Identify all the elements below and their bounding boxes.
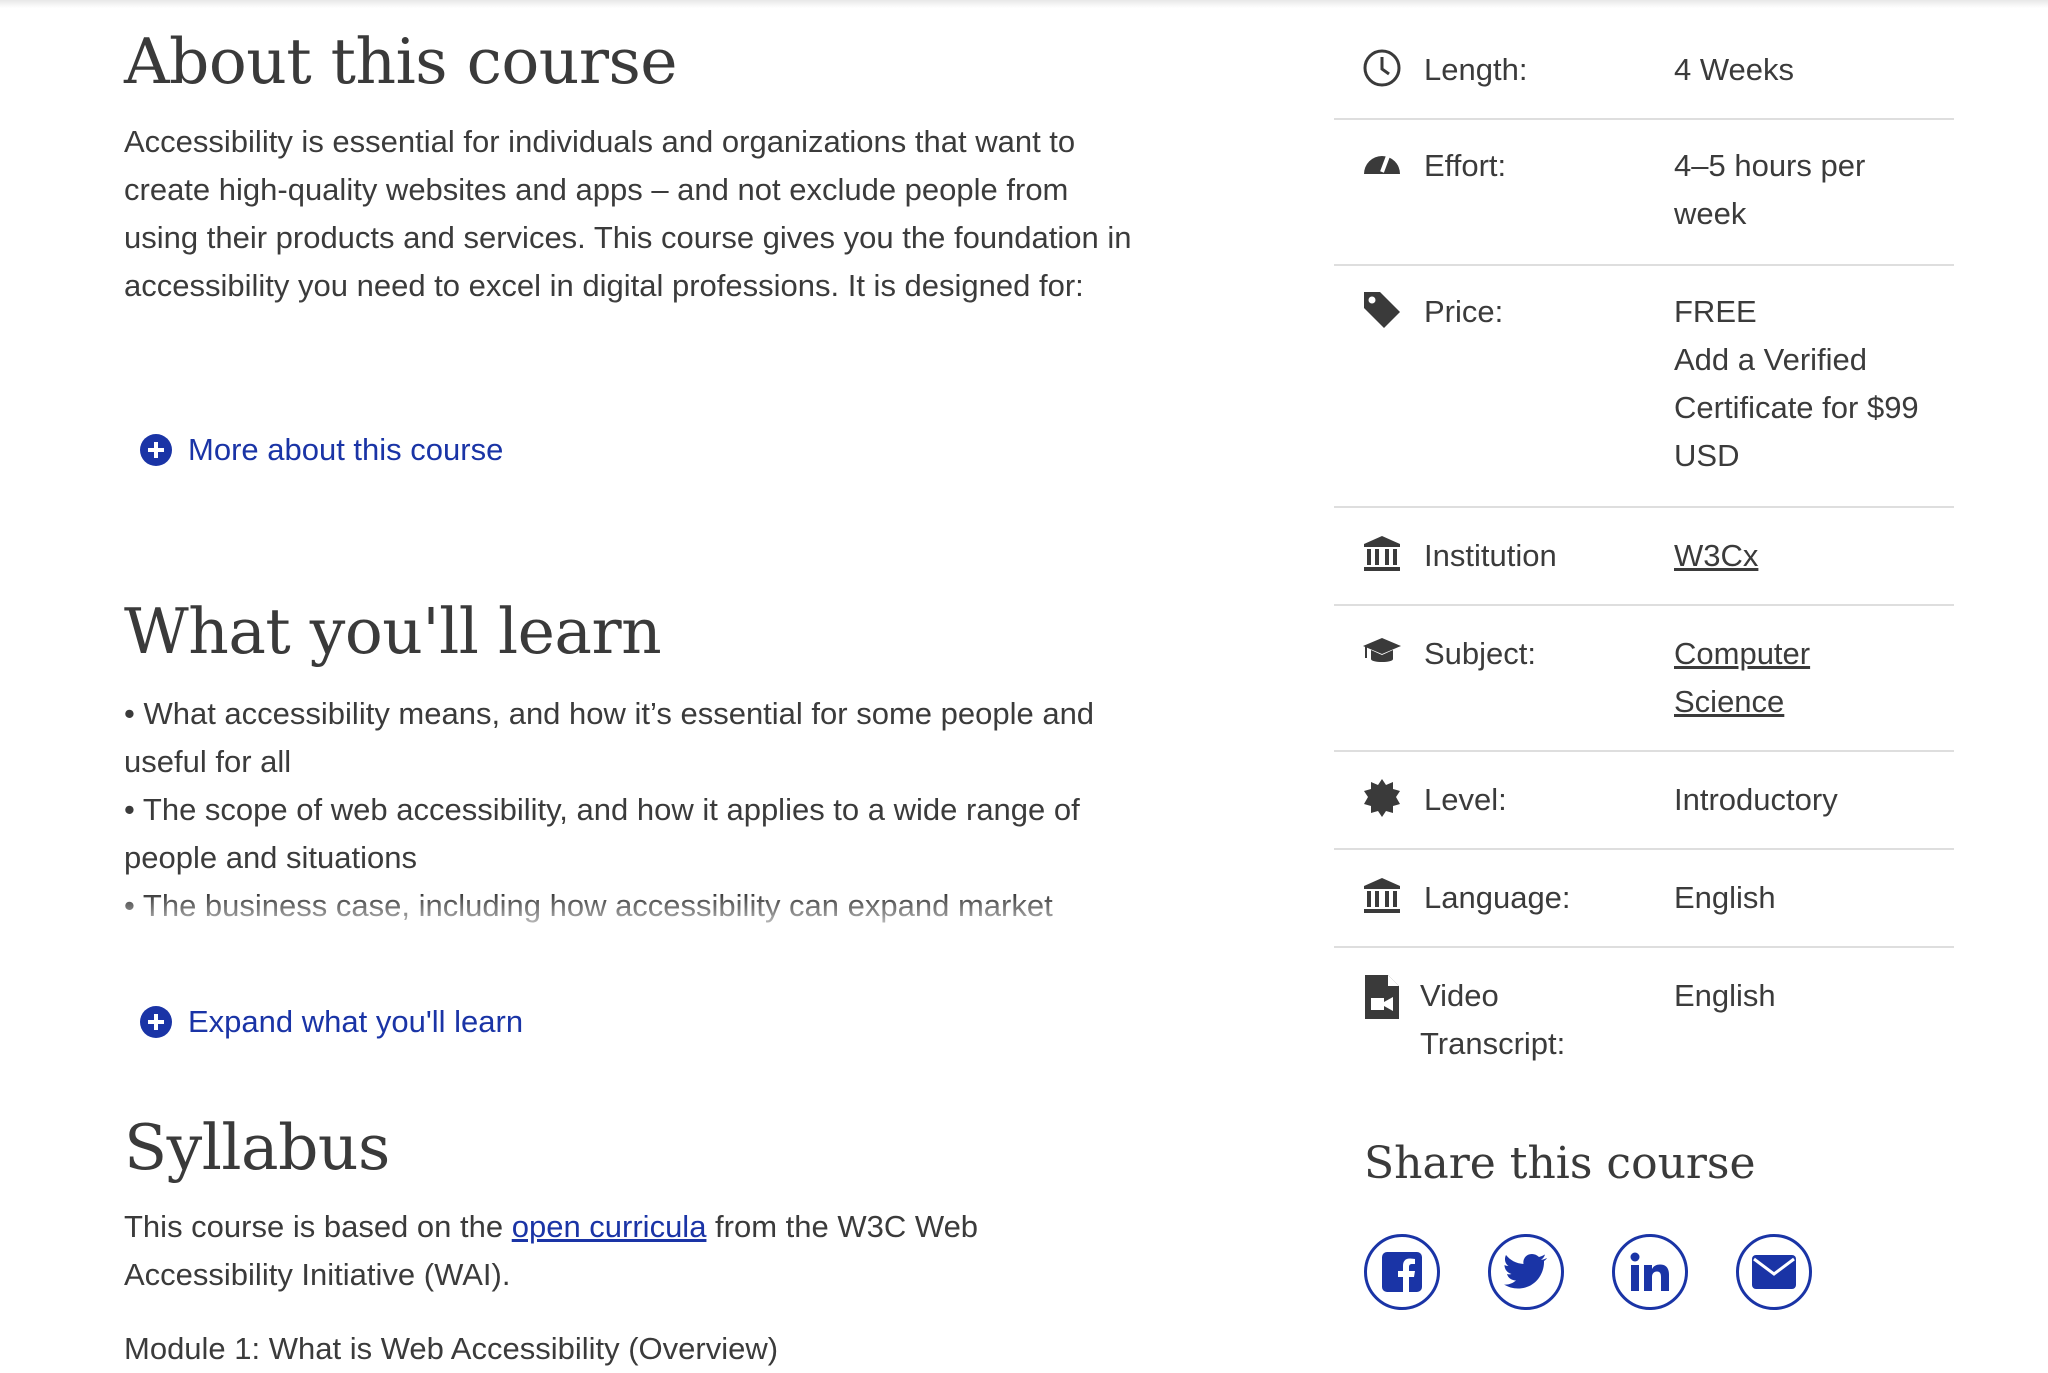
share-facebook-button[interactable] [1364, 1234, 1440, 1310]
share-twitter-button[interactable] [1488, 1234, 1564, 1310]
video-file-icon [1365, 975, 1399, 1019]
linkedin-icon [1630, 1252, 1669, 1291]
language-value: English [1674, 880, 1776, 915]
transcript-label: Video Transcript: [1420, 978, 1566, 1061]
language-label: Language: [1424, 880, 1571, 915]
more-about-button[interactable]: More about this course [140, 426, 503, 474]
subject-link[interactable]: Computer Science [1674, 630, 1874, 726]
syllabus-text: This course is based on the open curricu… [124, 1203, 1144, 1299]
institution-icon [1364, 878, 1400, 913]
plus-circle-icon [140, 434, 172, 466]
email-icon [1752, 1255, 1796, 1289]
about-fade [124, 300, 1144, 360]
facebook-icon [1382, 1252, 1422, 1292]
about-text: Accessibility is essential for individua… [124, 124, 1132, 303]
more-about-label: More about this course [188, 432, 504, 467]
header-shadow [0, 0, 2048, 8]
detail-row-length: Length: 4 Weeks [1334, 24, 1954, 120]
tag-icon [1364, 292, 1400, 328]
learn-fade [124, 894, 1144, 948]
about-heading: About this course [124, 25, 678, 98]
detail-row-effort: Effort: 4–5 hours per week [1334, 120, 1954, 266]
badge-icon [1364, 779, 1400, 817]
price-certificate: Add a Verified Certificate for $99 USD [1674, 342, 1919, 473]
institution-link[interactable]: W3Cx [1674, 532, 1758, 580]
syllabus-text-start: This course is based on the [124, 1209, 512, 1244]
price-label: Price: [1424, 294, 1504, 329]
detail-row-subject: Subject: Computer Science [1334, 606, 1954, 752]
effort-value: 4–5 hours per week [1674, 148, 1866, 231]
effort-label: Effort: [1424, 148, 1507, 183]
learn-item: • The scope of web accessibility, and ho… [124, 792, 1080, 875]
share-buttons [1364, 1234, 1812, 1310]
share-linkedin-button[interactable] [1612, 1234, 1688, 1310]
learn-list: • What accessibility means, and how it’s… [124, 690, 1144, 948]
expand-learn-button[interactable]: Expand what you'll learn [140, 998, 523, 1046]
open-curricula-link[interactable]: open curricula [512, 1209, 707, 1244]
length-label: Length: [1424, 52, 1528, 87]
syllabus-heading: Syllabus [124, 1111, 390, 1184]
length-value: 4 Weeks [1674, 52, 1795, 87]
level-value: Introductory [1674, 782, 1838, 817]
level-label: Level: [1424, 782, 1507, 817]
institution-icon [1364, 536, 1400, 571]
plus-circle-icon [140, 1006, 172, 1038]
detail-row-transcript: Video Transcript: English [1334, 948, 1954, 1068]
graduation-cap-icon [1363, 638, 1401, 662]
clock-icon [1363, 49, 1401, 87]
price-free: FREE [1674, 294, 1757, 329]
price-value: FREE Add a Verified Certificate for $99 … [1674, 288, 1934, 480]
subject-label: Subject: [1424, 636, 1537, 671]
gauge-icon [1364, 155, 1400, 174]
detail-row-institution: Institution W3Cx [1334, 508, 1954, 606]
detail-row-price: Price: FREE Add a Verified Certificate f… [1334, 266, 1954, 508]
detail-row-language: Language: English [1334, 850, 1954, 948]
transcript-value: English [1674, 978, 1776, 1013]
syllabus-module-line: Module 1: What is Web Accessibility (Ove… [124, 1331, 779, 1366]
course-details-sidebar: Length: 4 Weeks Effort: 4–5 hours per we… [1334, 24, 1954, 1310]
share-email-button[interactable] [1736, 1234, 1812, 1310]
learn-item: • What accessibility means, and how it’s… [124, 696, 1095, 779]
detail-row-level: Level: Introductory [1334, 752, 1954, 850]
twitter-icon [1504, 1254, 1547, 1289]
institution-label: Institution [1424, 538, 1557, 573]
learn-heading: What you'll learn [124, 595, 662, 668]
expand-learn-label: Expand what you'll learn [188, 1004, 524, 1039]
share-heading: Share this course [1364, 1138, 1756, 1189]
